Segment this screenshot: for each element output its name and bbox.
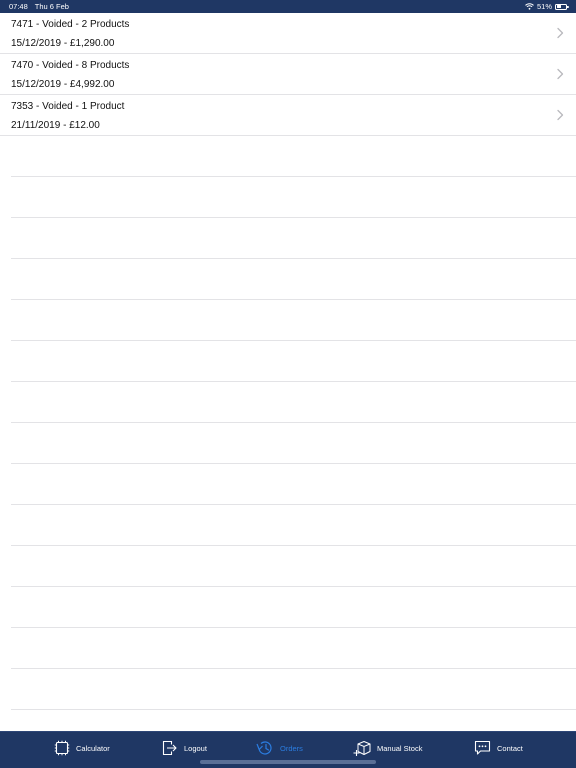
logout-icon: [162, 740, 177, 756]
order-subtitle: 15/12/2019 - £1,290.00: [11, 38, 115, 49]
order-subtitle: 21/11/2019 - £12.00: [11, 120, 100, 131]
empty-row: [11, 546, 576, 587]
empty-row: [11, 505, 576, 546]
home-indicator: [200, 760, 376, 764]
tab-orders[interactable]: Orders: [256, 738, 303, 758]
tab-label: Contact: [497, 743, 523, 753]
chevron-right-icon: [557, 68, 564, 80]
box-add-icon: [353, 740, 371, 756]
empty-row: [11, 710, 576, 731]
status-right: 51%: [525, 2, 569, 11]
empty-row: [11, 341, 576, 382]
order-title: 7353 - Voided - 1 Product: [11, 101, 125, 112]
order-row-7353[interactable]: 7353 - Voided - 1 Product 21/11/2019 - £…: [0, 95, 576, 136]
status-left: 07:48 Thu 6 Feb: [9, 2, 69, 11]
empty-row: [11, 136, 576, 177]
order-row-7470[interactable]: 7470 - Voided - 8 Products 15/12/2019 - …: [0, 54, 576, 95]
battery-percent: 51%: [536, 2, 552, 11]
empty-row: [11, 628, 576, 669]
tab-calculator[interactable]: Calculator: [54, 738, 110, 758]
battery-icon: [555, 3, 569, 10]
empty-row: [11, 587, 576, 628]
tab-manual-stock[interactable]: Manual Stock: [353, 738, 422, 758]
empty-row: [11, 300, 576, 341]
calculator-icon: [54, 740, 70, 756]
tab-label: Logout: [184, 743, 207, 753]
chevron-right-icon: [557, 109, 564, 121]
empty-row: [11, 177, 576, 218]
empty-row: [11, 464, 576, 505]
empty-row: [11, 423, 576, 464]
chevron-right-icon: [557, 27, 564, 39]
empty-row: [11, 259, 576, 300]
empty-row: [11, 218, 576, 259]
tab-label: Manual Stock: [377, 743, 423, 753]
order-title: 7470 - Voided - 8 Products: [11, 60, 130, 71]
order-subtitle: 15/12/2019 - £4,992.00: [11, 79, 115, 90]
status-time: 07:48: [9, 2, 28, 11]
chat-icon: [474, 740, 491, 755]
status-date: Thu 6 Feb: [34, 2, 69, 11]
order-row-7471[interactable]: 7471 - Voided - 2 Products 15/12/2019 - …: [0, 13, 576, 54]
tab-logout[interactable]: Logout: [162, 738, 207, 758]
wifi-icon: [525, 3, 534, 10]
orders-list[interactable]: 7471 - Voided - 2 Products 15/12/2019 - …: [0, 13, 576, 731]
empty-row: [11, 669, 576, 710]
tab-label: Calculator: [76, 743, 110, 753]
battery-fill: [556, 5, 562, 8]
order-title: 7471 - Voided - 2 Products: [11, 19, 130, 30]
tab-contact[interactable]: Contact: [474, 738, 523, 758]
empty-row: [11, 382, 576, 423]
status-bar: 07:48 Thu 6 Feb 51%: [0, 0, 576, 13]
orders-history-icon: [256, 741, 272, 755]
tab-label: Orders: [280, 743, 303, 753]
